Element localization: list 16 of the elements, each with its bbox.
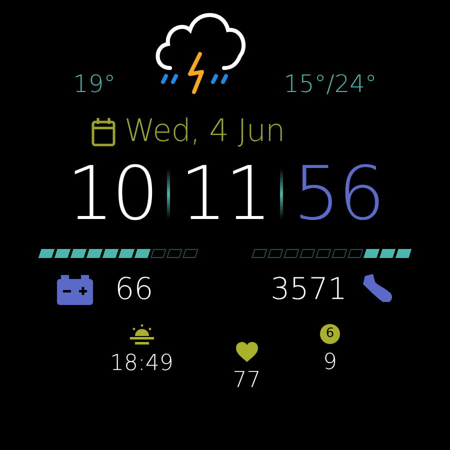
heart-rate-value: 77: [232, 370, 261, 392]
heart-icon: [236, 342, 258, 362]
battery-value: 66: [115, 275, 154, 305]
temperature-range-text: 15°/24°: [284, 72, 377, 96]
sunset-icon: [130, 324, 154, 345]
notification-count: 9: [323, 352, 337, 374]
hours-text: 10: [66, 157, 157, 231]
sunset-time: 18:49: [110, 353, 174, 375]
calendar-icon: [91, 116, 116, 146]
seconds-text: 56: [293, 157, 384, 231]
battery-icon: [57, 275, 93, 305]
steps-value: 3571: [270, 275, 347, 305]
minutes-text: 11: [180, 157, 270, 231]
temperature-text: 19°: [73, 72, 116, 96]
notification-badge: 6: [320, 324, 340, 344]
date-text: Wed, 4 Jun: [124, 116, 285, 147]
